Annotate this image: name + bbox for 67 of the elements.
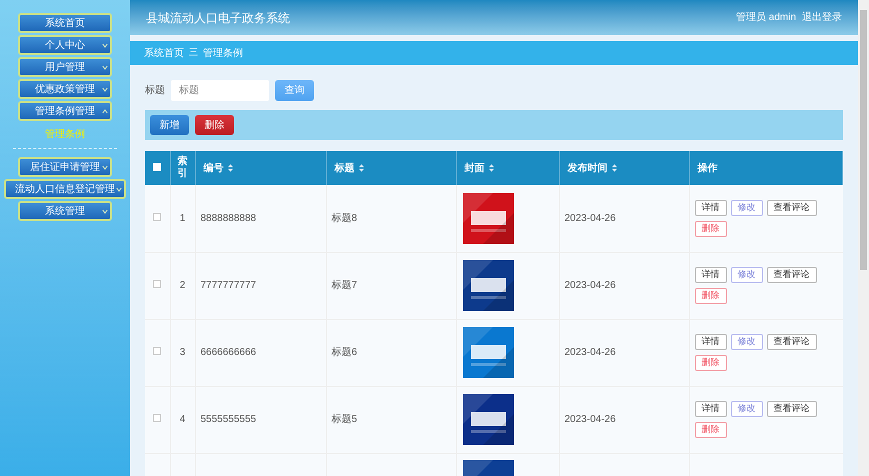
breadcrumb-separator: 三 [189, 46, 198, 60]
comments-button[interactable]: 查看评论 [766, 334, 816, 350]
edit-button[interactable]: 修改 [730, 401, 762, 417]
search-field[interactable]: 标题 [171, 80, 269, 100]
sort-icon[interactable] [228, 164, 232, 172]
table-cell: 2023-04-26 [564, 280, 616, 291]
row-checkbox[interactable] [153, 212, 162, 221]
logout-link[interactable]: 退出登录 [802, 10, 842, 25]
sidebar-item[interactable]: 系统管理 [18, 201, 112, 221]
sidebar-item[interactable]: 管理条例管理 [18, 101, 112, 121]
table-cell: 标题5 [332, 414, 358, 425]
column-header[interactable]: 编号 [204, 162, 224, 174]
sort-icon[interactable] [488, 164, 494, 172]
column-header[interactable]: 操作 [698, 162, 718, 174]
breadcrumb-link[interactable]: 管理条例 [203, 46, 243, 60]
row-index: 2 [180, 280, 186, 291]
table-cell: 5555555555 [200, 414, 256, 425]
sidebar-item[interactable]: 用户管理 [18, 57, 112, 77]
delete-button[interactable]: 删除 [694, 355, 726, 371]
comments-button[interactable]: 查看评论 [766, 401, 816, 417]
edit-button[interactable]: 修改 [730, 200, 762, 216]
table-cell: 标题7 [332, 280, 358, 291]
sidebar-item[interactable]: 流动人口信息登记管理 [4, 179, 126, 199]
delete-button[interactable]: 删除 [195, 115, 234, 135]
sort-icon[interactable] [358, 164, 364, 172]
column-header[interactable]: 索引 [176, 156, 188, 180]
row-index: 3 [180, 347, 186, 358]
table-cell: 8888888888 [200, 212, 256, 224]
details-button[interactable]: 详情 [694, 401, 726, 417]
table-cell: 2023-04-26 [564, 414, 616, 425]
row-checkbox[interactable] [153, 280, 162, 288]
column-header[interactable]: 标题 [334, 162, 354, 174]
table-cell: 标题8 [332, 212, 358, 224]
search-label: 标题 [145, 84, 165, 98]
details-button[interactable]: 详情 [694, 267, 726, 283]
breadcrumb-link[interactable]: 系统首页 [144, 46, 184, 60]
row-checkbox[interactable] [153, 414, 162, 422]
table-cell: 标题6 [332, 347, 358, 358]
comments-button[interactable]: 查看评论 [766, 267, 816, 283]
table-cell: 2023-04-26 [564, 212, 616, 224]
row-index: 4 [180, 414, 186, 425]
comments-button[interactable]: 查看评论 [766, 200, 816, 216]
table-cell: 2023-04-26 [564, 347, 616, 358]
column-header[interactable]: 发布时间 [568, 162, 608, 174]
search-button[interactable]: 查询 [275, 80, 314, 100]
column-header[interactable]: 封面 [464, 162, 484, 174]
delete-button[interactable]: 删除 [694, 220, 726, 237]
table-cell: 7777777777 [200, 280, 256, 291]
details-button[interactable]: 详情 [694, 200, 726, 216]
sort-icon[interactable] [612, 164, 616, 172]
delete-button[interactable]: 删除 [694, 422, 726, 438]
delete-button[interactable]: 删除 [694, 288, 726, 304]
edit-button[interactable]: 修改 [730, 334, 762, 350]
select-all-checkbox[interactable] [153, 162, 162, 170]
row-index: 1 [180, 212, 186, 224]
sidebar-item[interactable]: 居住证申请管理 [18, 157, 112, 177]
sidebar-item[interactable]: 个人中心 [18, 35, 112, 55]
sidebar-item[interactable]: 系统首页 [18, 13, 112, 33]
row-checkbox[interactable] [153, 347, 162, 355]
app-title: 县城流动人口电子政务系统 [146, 10, 290, 26]
user-label: 管理员 admin [736, 11, 796, 25]
sidebar-item[interactable]: 优惠政策管理 [18, 79, 112, 99]
add-button[interactable]: 新增 [150, 115, 189, 135]
scrollbar-thumb[interactable] [860, 10, 867, 270]
table-cell: 6666666666 [200, 347, 256, 358]
details-button[interactable]: 详情 [694, 334, 726, 350]
edit-button[interactable]: 修改 [730, 267, 762, 283]
